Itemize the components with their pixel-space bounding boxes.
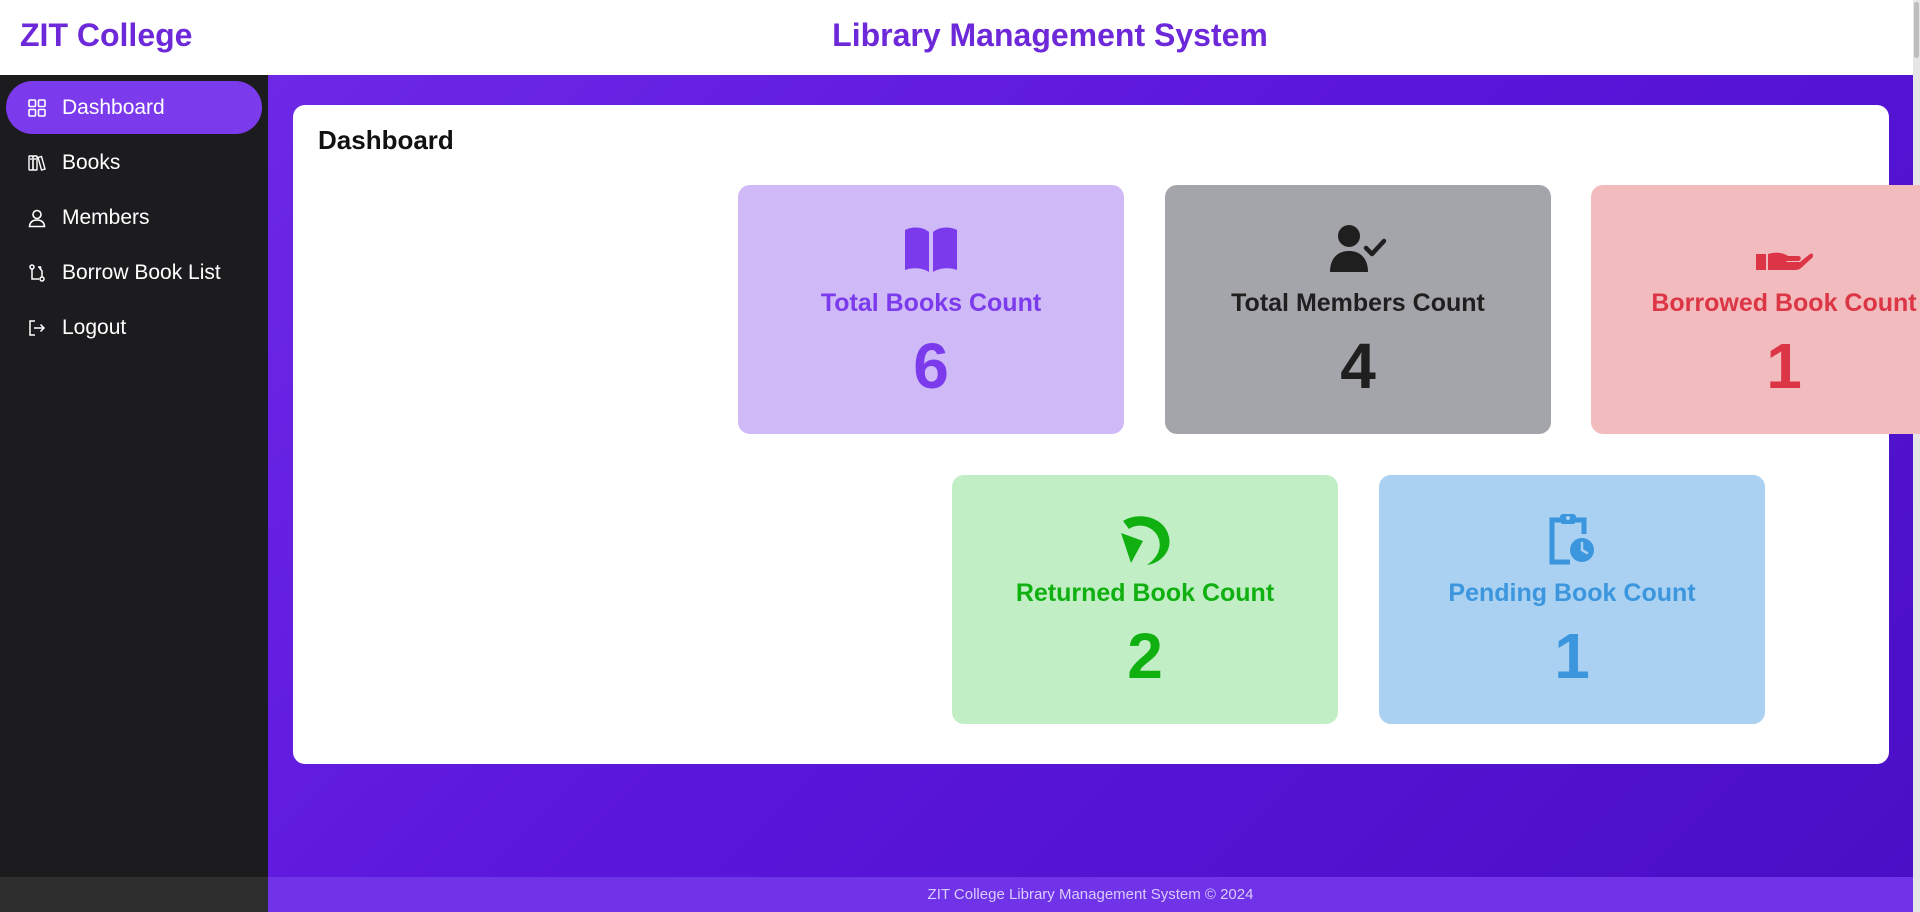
stat-card-pending-books: Pending Book Count 1 xyxy=(1379,475,1765,724)
card-value: 6 xyxy=(913,330,949,402)
card-label: Total Books Count xyxy=(820,289,1042,317)
user-icon xyxy=(26,207,48,229)
card-value: 1 xyxy=(1766,330,1802,402)
sidebar-item-label: Members xyxy=(62,205,150,229)
hand-icon xyxy=(1591,221,1920,277)
page-footer: ZIT College Library Management System © … xyxy=(268,877,1913,912)
sidebar-item-label: Dashboard xyxy=(62,95,165,119)
open-book-icon xyxy=(738,221,1124,277)
sidebar-item-label: Logout xyxy=(62,315,127,339)
sidebar-item-label: Borrow Book List xyxy=(62,260,221,284)
page-title: Dashboard xyxy=(318,125,454,155)
card-label: Returned Book Count xyxy=(1015,579,1275,607)
top-header: ZIT College Library Management System xyxy=(0,0,1920,75)
stat-card-returned-books: Returned Book Count 2 xyxy=(952,475,1338,724)
dashboard-panel: Dashboard Total Books Count 6 Total Memb… xyxy=(293,105,1920,764)
card-value: 4 xyxy=(1340,330,1376,402)
sidebar-item-logout[interactable]: Logout xyxy=(6,301,262,354)
main-content: Dashboard Total Books Count 6 Total Memb… xyxy=(268,75,1920,877)
books-icon xyxy=(26,152,48,174)
app-title: Library Management System xyxy=(832,17,1268,53)
card-label: Borrowed Book Count xyxy=(1651,289,1917,317)
sidebar: Dashboard Books Members Borrow Book List… xyxy=(0,75,268,877)
card-label: Total Members Count xyxy=(1231,289,1485,317)
return-arrow-icon xyxy=(952,511,1338,567)
grid-icon xyxy=(26,97,48,119)
footer-sidebar-strip xyxy=(0,877,268,912)
clipboard-clock-icon xyxy=(1379,511,1765,567)
stat-card-total-members: Total Members Count 4 xyxy=(1165,185,1551,434)
card-label: Pending Book Count xyxy=(1448,579,1696,607)
borrow-icon xyxy=(26,262,48,284)
sidebar-item-members[interactable]: Members xyxy=(6,191,262,244)
sidebar-item-books[interactable]: Books xyxy=(6,136,262,189)
sidebar-item-borrow-book-list[interactable]: Borrow Book List xyxy=(6,246,262,299)
card-value: 2 xyxy=(1127,620,1163,692)
logout-icon xyxy=(26,317,48,339)
sidebar-item-label: Books xyxy=(62,150,121,174)
card-value: 1 xyxy=(1554,620,1590,692)
user-check-icon xyxy=(1165,221,1551,277)
stat-card-borrowed-books: Borrowed Book Count 1 xyxy=(1591,185,1920,434)
stat-card-total-books: Total Books Count 6 xyxy=(738,185,1124,434)
scrollbar-thumb[interactable] xyxy=(1914,2,1919,58)
sidebar-item-dashboard[interactable]: Dashboard xyxy=(6,81,262,134)
page-scrollbar[interactable] xyxy=(1913,0,1920,912)
footer-copyright: ZIT College Library Management System © … xyxy=(927,886,1254,903)
